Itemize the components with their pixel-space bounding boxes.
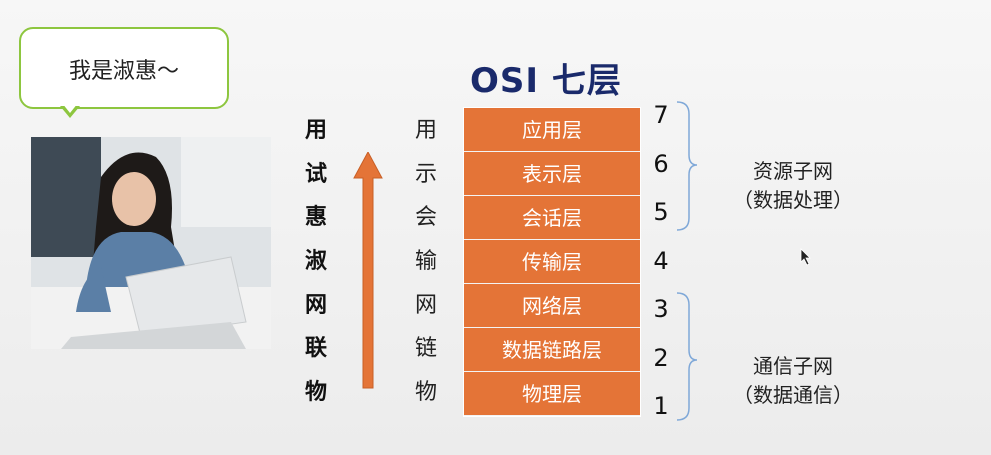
- layer-number: 5: [653, 198, 669, 226]
- layer-initials-column: 用 示 会 输 网 链 物: [412, 118, 440, 424]
- mnemonic-char: 惠: [304, 205, 327, 231]
- speech-bubble-tail: [60, 103, 80, 118]
- layer-initial: 用: [414, 118, 437, 143]
- osi-layer-stack: 应用层 表示层 会话层 传输层 网络层 数据链路层 物理层: [463, 107, 641, 417]
- mnemonic-char: 网: [304, 292, 327, 318]
- mnemonic-char: 淑: [304, 249, 327, 275]
- layer-initial: 输: [414, 249, 437, 275]
- resource-subnet-name: 资源子网: [753, 159, 833, 183]
- layer-box-transport: 传输层: [464, 240, 640, 284]
- communication-subnet-name: 通信子网: [753, 354, 833, 378]
- layer-number: 7: [653, 101, 669, 129]
- mnemonic-char: 物: [304, 380, 327, 406]
- layer-box-presentation: 表示层: [464, 152, 640, 196]
- mnemonic-column: 用 试 惠 淑 网 联 物: [302, 118, 330, 424]
- resource-subnet-sub: （数据处理）: [733, 188, 853, 212]
- resource-subnet-label: 资源子网 （数据处理）: [713, 155, 873, 213]
- layer-initial: 链: [414, 336, 437, 362]
- layer-number: 1: [653, 392, 669, 420]
- layer-number: 2: [653, 343, 669, 372]
- woman-with-laptop-photo: [31, 137, 271, 349]
- communication-subnet-label: 通信子网 （数据通信）: [713, 350, 873, 408]
- layer-number: 3: [653, 295, 669, 323]
- speech-bubble: 我是淑惠～: [19, 27, 229, 109]
- layer-box-data-link: 数据链路层: [464, 328, 640, 372]
- mnemonic-char: 试: [304, 161, 327, 187]
- layer-number: 4: [653, 246, 669, 275]
- communication-subnet-sub: （数据通信）: [733, 383, 853, 407]
- layer-initial: 物: [414, 380, 437, 406]
- group-brackets: [676, 101, 698, 421]
- layer-box-network: 网络层: [464, 284, 640, 328]
- layer-initial: 网: [414, 292, 437, 318]
- layer-number-column: 7 6 5 4 3 2 1: [650, 100, 672, 440]
- resource-subnet-brace: [676, 101, 698, 231]
- diagram-title: OSI 七层: [470, 61, 622, 101]
- layer-initial: 示: [414, 161, 437, 187]
- speech-bubble-text: 我是淑惠～: [68, 59, 179, 84]
- mnemonic-char: 联: [304, 336, 327, 362]
- up-arrow-icon: [353, 152, 383, 389]
- layer-initial: 会: [414, 205, 437, 231]
- layer-box-physical: 物理层: [464, 372, 640, 416]
- layer-box-application: 应用层: [464, 108, 640, 152]
- mouse-cursor-icon: [800, 248, 811, 266]
- layer-box-session: 会话层: [464, 196, 640, 240]
- layer-number: 6: [653, 149, 669, 178]
- communication-subnet-brace: [676, 292, 698, 421]
- mnemonic-char: 用: [304, 118, 327, 143]
